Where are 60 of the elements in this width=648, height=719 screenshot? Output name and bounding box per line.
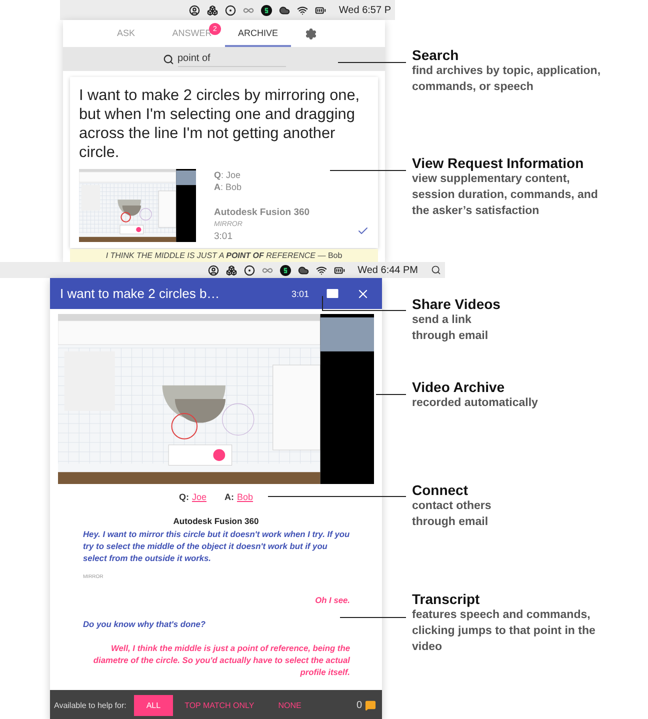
annotation-text: recorded automatically bbox=[412, 396, 539, 411]
application-name: Autodesk Fusion 360 bbox=[214, 207, 311, 218]
asker-label: Q: bbox=[178, 492, 189, 502]
annotation-text: send a link through email bbox=[412, 313, 490, 344]
answerer-label: A: bbox=[224, 492, 234, 502]
availability-option[interactable]: ALL bbox=[134, 695, 173, 716]
annotation-text: view supplementary content, session duration, commands, and the asker’s satisfaction bbox=[412, 172, 599, 219]
transcript-line[interactable]: Hey. I want to mirror this circle but it doesn't work when I try. If you try to select the middle of the object it doesn't work but if you select from the outside it works. bbox=[83, 528, 350, 564]
menu-bar-clock: Wed 6:57 P bbox=[338, 4, 391, 16]
settings-icon[interactable] bbox=[305, 28, 317, 40]
annotation-title: Video Archive bbox=[412, 379, 506, 395]
transcript-line[interactable]: Oh I see. bbox=[83, 594, 350, 606]
search-field[interactable]: point of bbox=[178, 51, 286, 68]
question-text: I want to make 2 circles by mirroring one, but when I'm selecting one and dragging across the line I'm not getting another circle. bbox=[79, 86, 361, 162]
dollar-circle-icon[interactable] bbox=[280, 264, 291, 276]
user-circle-icon[interactable] bbox=[188, 4, 200, 16]
target-icon[interactable] bbox=[244, 264, 255, 276]
leader-line bbox=[338, 62, 406, 63]
availability-option[interactable]: NONE bbox=[266, 695, 314, 716]
boxes-icon[interactable] bbox=[226, 264, 237, 276]
annotation-text: features speech and commands, clicking jumps to that point in the video bbox=[412, 608, 596, 655]
tab[interactable]: ASK bbox=[93, 20, 159, 48]
user-circle-icon[interactable] bbox=[208, 264, 219, 276]
battery-icon[interactable] bbox=[334, 264, 345, 276]
answerer-text: A: Bob bbox=[214, 181, 243, 193]
answerer-link[interactable]: Bob bbox=[237, 492, 254, 502]
availability-label: Available to help for: bbox=[54, 701, 126, 710]
annotation-title: View Request Information bbox=[412, 155, 585, 171]
battery-icon[interactable] bbox=[314, 4, 326, 16]
boxes-icon[interactable] bbox=[206, 4, 218, 16]
annotation-title: Search bbox=[412, 47, 460, 63]
chat-icon[interactable] bbox=[365, 700, 376, 711]
menu-bar-clock: Wed 6:44 PM bbox=[358, 264, 418, 276]
search-icon bbox=[162, 54, 174, 65]
leader-line bbox=[376, 394, 406, 395]
annotation-text: contact others through email bbox=[412, 499, 492, 530]
video-title: I want to make 2 circles b… bbox=[60, 286, 221, 301]
transcript-snippet: I THINK THE MIDDLE IS JUST A POINT OF REFERENCE — Bob bbox=[70, 249, 378, 262]
wifi-icon[interactable] bbox=[296, 4, 308, 16]
transcript-line[interactable]: Well, I think the middle is just a point of reference, being the diametre of the circle. So you'd actually have to select the actual profile itself. bbox=[83, 642, 350, 678]
annotation-title: Share Videos bbox=[412, 296, 502, 312]
email-button[interactable] bbox=[325, 286, 340, 301]
asker-text: Q: Joe bbox=[214, 169, 242, 181]
cloud-icon[interactable] bbox=[278, 4, 290, 16]
application-name: Autodesk Fusion 360 bbox=[172, 516, 260, 526]
search-icon[interactable] bbox=[431, 265, 441, 275]
cloud-icon[interactable] bbox=[298, 264, 309, 276]
asker-link[interactable]: Joe bbox=[192, 492, 206, 502]
transcript-line[interactable]: Do you know why that's done? bbox=[83, 618, 350, 630]
annotation-text: find archives by topic, application, commands, or speech bbox=[412, 64, 602, 95]
target-icon[interactable] bbox=[224, 4, 236, 16]
leader-line bbox=[340, 617, 406, 618]
duration-text: 3:01 bbox=[291, 288, 309, 298]
availability-option[interactable]: TOP MATCH ONLY bbox=[172, 695, 266, 716]
duration-text: 3:01 bbox=[214, 231, 234, 242]
annotation-title: Connect bbox=[412, 482, 469, 498]
annotation-title: Transcript bbox=[412, 591, 481, 607]
message-count: 0 bbox=[356, 700, 362, 711]
dollar-circle-icon[interactable] bbox=[260, 4, 272, 16]
wifi-icon[interactable] bbox=[316, 264, 327, 276]
